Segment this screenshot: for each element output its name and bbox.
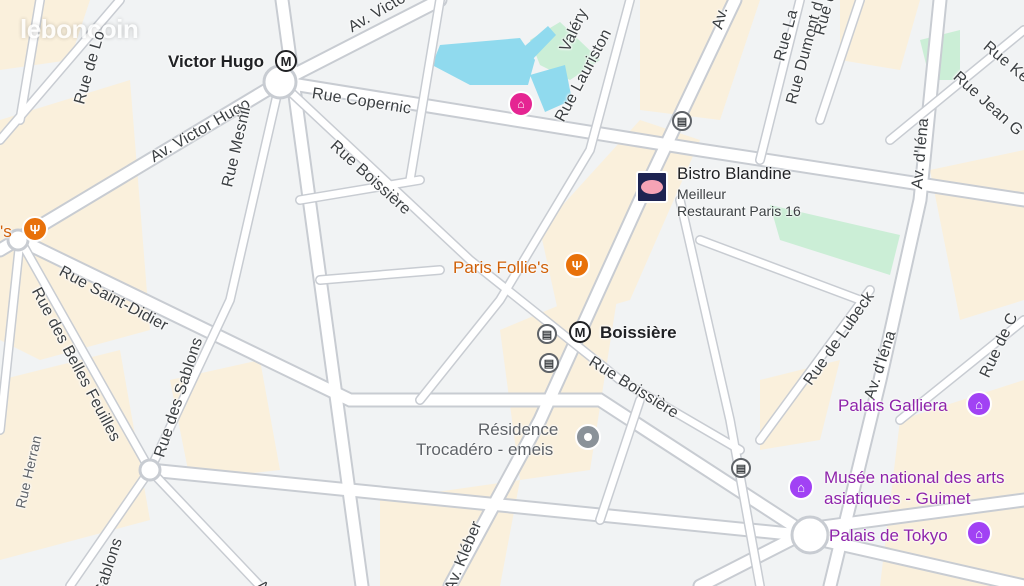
metro-icon[interactable]: M (275, 50, 297, 72)
museum-icon[interactable]: ⌂ (966, 391, 992, 417)
place-icon[interactable] (575, 424, 601, 450)
palais-galliera-label[interactable]: Palais Galliera (838, 396, 948, 416)
musee-guimet-label-1[interactable]: Musée national des arts (824, 468, 1005, 488)
iena-roundabout (790, 515, 830, 555)
restaurant-pin[interactable]: Ψ (22, 216, 48, 242)
restaurant-pin[interactable]: Ψ (564, 252, 590, 278)
bus-icon[interactable]: ▤ (539, 353, 559, 373)
bus-icon[interactable]: ▤ (672, 111, 692, 131)
station-victor-hugo-label[interactable]: Victor Hugo (168, 52, 264, 72)
palais-de-tokyo-label[interactable]: Palais de Tokyo (829, 526, 948, 546)
fork-knife-icon: Ψ (29, 221, 41, 237)
watermark-logo: leboncoin (20, 14, 139, 44)
bistro-blandine-subtitle-2: Restaurant Paris 16 (677, 203, 801, 219)
water (432, 26, 572, 112)
musee-guimet-label-2[interactable]: asiatiques - Guimet (824, 489, 970, 509)
bus-icon[interactable]: ▤ (731, 458, 751, 478)
bistro-blandine-marker[interactable] (636, 171, 668, 203)
station-boissiere-label[interactable]: Boissière (600, 323, 677, 343)
museum-icon[interactable]: ⌂ (788, 474, 814, 500)
restaurant-logo-icon (641, 180, 663, 194)
metro-icon[interactable]: M (569, 321, 591, 343)
paris-follies-label[interactable]: Paris Follie's (453, 258, 549, 278)
fork-knife-icon: Ψ (571, 257, 583, 273)
residence-label-1[interactable]: Résidence (478, 420, 558, 440)
bus-icon[interactable]: ▤ (537, 324, 557, 344)
bed-icon: ⌂ (517, 97, 525, 111)
bistro-blandine-title[interactable]: Bistro Blandine (677, 164, 791, 184)
left-restaurant-label[interactable]: 's (0, 222, 12, 242)
map-canvas[interactable]: leboncoin Av. Victo Rue de Lo Rue Copern… (0, 0, 1024, 586)
bistro-blandine-subtitle-1: Meilleur (677, 186, 727, 202)
residence-label-2[interactable]: Trocadéro - emeis (416, 440, 553, 460)
sablons-roundabout (138, 458, 162, 482)
museum-icon[interactable]: ⌂ (966, 520, 992, 546)
hotel-pin[interactable]: ⌂ (508, 91, 534, 117)
